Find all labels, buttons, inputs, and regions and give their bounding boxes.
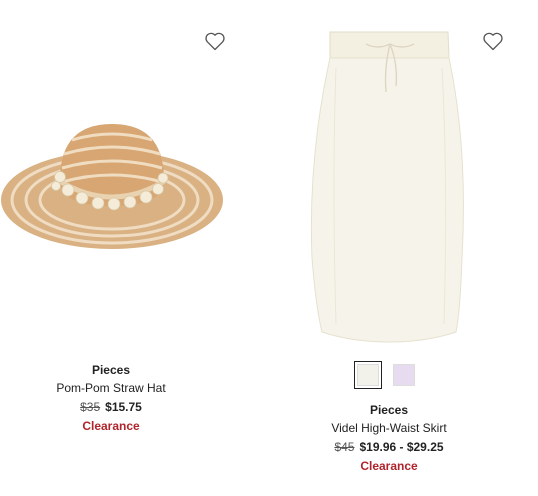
product-price: $35 $15.75	[0, 400, 222, 414]
original-price: $35	[80, 400, 101, 414]
product-name-link[interactable]: Videl High-Waist Skirt	[278, 421, 500, 435]
product-image-straw-hat[interactable]	[0, 110, 224, 260]
favorite-heart-icon[interactable]	[481, 29, 505, 53]
product-card-straw-hat[interactable]: Pieces Pom-Pom Straw Hat $35 $15.75 Clear…	[0, 0, 225, 496]
swatch-ivory-fill	[357, 364, 379, 386]
color-swatches	[278, 361, 500, 391]
swatch-lavender-fill	[393, 364, 415, 386]
product-card-skirt[interactable]: Pieces Videl High-Waist Skirt $45 $19.96 …	[278, 0, 503, 496]
product-brand: Pieces	[91, 363, 131, 377]
sale-price: $15.75	[105, 400, 142, 414]
product-brand: Pieces	[369, 403, 409, 417]
product-image-skirt[interactable]	[306, 28, 472, 344]
original-price: $45	[334, 440, 355, 454]
swatch-lavender[interactable]	[393, 364, 415, 386]
clearance-badge: Clearance	[360, 459, 418, 473]
swatch-ivory[interactable]	[354, 361, 382, 389]
favorite-heart-icon[interactable]	[203, 29, 227, 53]
product-name-link[interactable]: Pom-Pom Straw Hat	[0, 381, 222, 395]
clearance-badge: Clearance	[82, 419, 140, 433]
sale-price: $19.96 - $29.25	[359, 440, 444, 454]
product-price: $45 $19.96 - $29.25	[278, 440, 500, 454]
